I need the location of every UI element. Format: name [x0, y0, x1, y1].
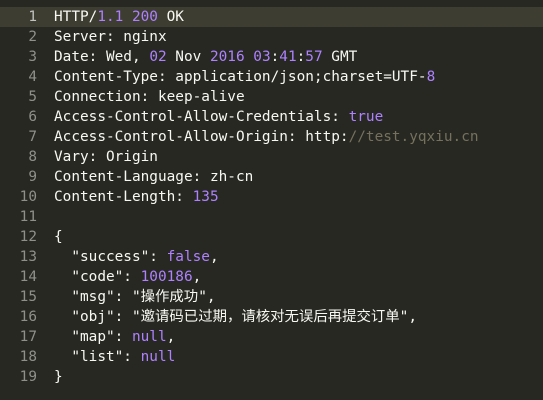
line-number: 13: [19, 249, 37, 265]
code-token: 41: [279, 49, 297, 65]
code-token: Date: Wed,: [54, 49, 150, 65]
code-token: ,: [209, 249, 219, 265]
code-token: "code":: [54, 269, 141, 285]
line-content: Access-Control-Allow-Credentials: true: [54, 107, 383, 127]
code-token: ,: [166, 329, 176, 345]
code-line[interactable]: 8 Vary: Origin: [0, 147, 543, 167]
line-content: Connection: keep-alive: [54, 87, 245, 107]
line-number: 2: [28, 29, 37, 45]
code-line[interactable]: 11: [0, 207, 543, 227]
line-number: 11: [19, 209, 37, 225]
line-content: Content-Type: application/json;charset=U…: [54, 67, 435, 87]
code-token: HTTP/: [54, 9, 98, 25]
code-line[interactable]: 16 "obj": "邀请码已过期，请核对无误后再提交订单",: [0, 307, 543, 327]
line-content: Content-Length: 135: [54, 187, 219, 207]
line-number: 18: [19, 349, 37, 365]
line-content: Date: Wed, 02 Nov 2016 03:41:57 GMT: [54, 47, 357, 67]
code-token: 100186: [140, 269, 193, 285]
line-number: 6: [28, 109, 37, 125]
code-line[interactable]: 6 Access-Control-Allow-Credentials: true: [0, 107, 543, 127]
code-token: Server: nginx: [54, 29, 167, 45]
code-line[interactable]: 10 Content-Length: 135: [0, 187, 543, 207]
line-content: HTTP/1.1 200 OK: [54, 7, 184, 27]
code-line[interactable]: 12 {: [0, 227, 543, 247]
code-token: "success":: [54, 249, 167, 265]
code-token: Content-Length:: [54, 189, 193, 205]
line-content: Access-Control-Allow-Origin: http://test…: [54, 127, 479, 147]
code-line[interactable]: 1 HTTP/1.1 200 OK: [0, 7, 543, 27]
code-token: null: [131, 329, 167, 345]
code-token: //test.yqxiu.cn: [348, 129, 479, 145]
code-line[interactable]: 3 Date: Wed, 02 Nov 2016 03:41:57 GMT: [0, 47, 543, 67]
line-content: "list": null: [54, 347, 175, 367]
line-number: 14: [19, 269, 37, 285]
line-number: 1: [28, 9, 37, 25]
code-line[interactable]: 2 Server: nginx: [0, 27, 543, 47]
code-token: :: [296, 49, 306, 65]
line-number: 16: [19, 309, 37, 325]
code-token: 135: [192, 189, 219, 205]
line-content: Vary: Origin: [54, 147, 158, 167]
code-token: {: [54, 229, 63, 245]
line-number: 17: [19, 329, 37, 345]
code-token: :: [270, 49, 280, 65]
code-line[interactable]: 17 "map": null,: [0, 327, 543, 347]
code-line[interactable]: 19}: [0, 367, 543, 387]
line-content: Content-Language: zh-cn: [54, 167, 253, 187]
line-content: "msg": "操作成功",: [54, 287, 216, 307]
code-token: Content-Type: application/json;charset=U…: [54, 69, 427, 85]
code-token: false: [166, 249, 210, 265]
line-number: 9: [28, 169, 37, 185]
code-token: 1.1 200: [97, 9, 158, 25]
code-token: "list":: [54, 349, 141, 365]
line-content: }: [54, 367, 63, 387]
code-line[interactable]: 15 "msg": "操作成功",: [0, 287, 543, 307]
code-token: 8: [426, 69, 436, 85]
line-content: "obj": "邀请码已过期，请核对无误后再提交订单",: [54, 307, 417, 327]
line-content: {: [54, 227, 63, 247]
code-token: "map":: [54, 329, 132, 345]
code-editor[interactable]: 1 HTTP/1.1 200 OK 2 Server: nginx 3 Date: Wed…: [0, 0, 543, 400]
code-token: "msg": "操作成功",: [54, 289, 216, 305]
line-number: 7: [28, 129, 37, 145]
code-token: "obj": "邀请码已过期，请核对无误后再提交订单",: [54, 309, 417, 325]
line-content: "success": false,: [54, 247, 219, 267]
line-content: "map": null,: [54, 327, 175, 347]
code-token: GMT: [322, 49, 358, 65]
code-line[interactable]: 18 "list": null: [0, 347, 543, 367]
code-token: OK: [157, 9, 184, 25]
line-number: 19: [19, 369, 37, 385]
code-token: true: [348, 109, 384, 125]
code-token: null: [140, 349, 176, 365]
code-line[interactable]: 7 Access-Control-Allow-Origin: http://tes…: [0, 127, 543, 147]
line-number: 3: [28, 49, 37, 65]
code-token: }: [54, 369, 63, 385]
line-number: 15: [19, 289, 37, 305]
line-number: 5: [28, 89, 37, 105]
code-token: 57: [305, 49, 323, 65]
code-token: Access-Control-Allow-Origin: http:: [54, 129, 349, 145]
line-number: 12: [19, 229, 37, 245]
code-token: Vary: Origin: [54, 149, 158, 165]
code-line[interactable]: 13 "success": false,: [0, 247, 543, 267]
line-number: 4: [28, 69, 37, 85]
line-number: 8: [28, 149, 37, 165]
code-line[interactable]: 14 "code": 100186,: [0, 267, 543, 287]
code-line[interactable]: 5 Connection: keep-alive: [0, 87, 543, 107]
code-token: Connection: keep-alive: [54, 89, 245, 105]
code-token: 2016 03: [209, 49, 271, 65]
code-token: Nov: [166, 49, 210, 65]
code-token: Content-Language: zh-cn: [54, 169, 254, 185]
code-token: Access-Control-Allow-Credentials:: [54, 109, 349, 125]
code-token: ,: [192, 269, 202, 285]
code-line[interactable]: 9 Content-Language: zh-cn: [0, 167, 543, 187]
line-content: Server: nginx: [54, 27, 167, 47]
code-token: 02: [149, 49, 167, 65]
line-content: "code": 100186,: [54, 267, 201, 287]
line-number: 10: [19, 189, 37, 205]
code-line[interactable]: 4 Content-Type: application/json;charset=…: [0, 67, 543, 87]
